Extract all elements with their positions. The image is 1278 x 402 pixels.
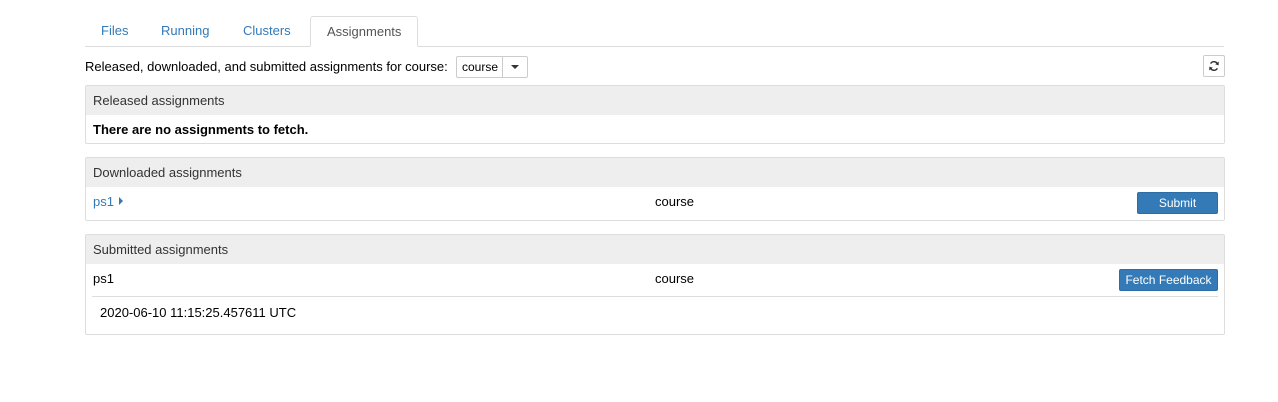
assignment-course: course (655, 194, 695, 209)
course-select[interactable]: course (456, 56, 528, 78)
released-assignments-panel: Released assignments There are no assign… (85, 85, 1225, 144)
course-filter-label: Released, downloaded, and submitted assi… (85, 59, 448, 74)
course-select-toggle[interactable] (502, 57, 527, 77)
assignment-course: course (655, 271, 695, 286)
submitted-assignment-row: ps1 course Fetch Feedback (86, 264, 1224, 296)
course-select-value: course (462, 60, 499, 74)
tab-running[interactable]: Running (145, 16, 225, 45)
refresh-button[interactable] (1203, 55, 1225, 77)
submitted-assignments-title: Submitted assignments (86, 235, 1224, 264)
submitted-assignments-panel: Submitted assignments ps1 course Fetch F… (85, 234, 1225, 335)
assignment-name: ps1 (93, 271, 114, 286)
downloaded-assignment-row: ps1 course Submit (86, 187, 1224, 217)
assignment-name[interactable]: ps1 (93, 194, 114, 209)
tab-clusters[interactable]: Clusters (227, 16, 307, 45)
course-toolbar: Released, downloaded, and submitted assi… (85, 55, 1225, 79)
downloaded-assignments-panel: Downloaded assignments ps1 course Submit (85, 157, 1225, 221)
tab-files[interactable]: Files (85, 16, 144, 45)
caret-right-icon[interactable] (118, 197, 123, 205)
assignment-name-link[interactable]: ps1 (93, 194, 123, 209)
downloaded-assignments-title: Downloaded assignments (86, 158, 1224, 187)
tab-assignments[interactable]: Assignments (310, 16, 419, 47)
caret-down-icon (511, 65, 519, 69)
tab-bar: Files Running Clusters Assignments (85, 16, 1224, 47)
no-assignments-message: There are no assignments to fetch. (93, 122, 309, 137)
fetch-feedback-button[interactable]: Fetch Feedback (1119, 269, 1218, 291)
refresh-icon (1209, 61, 1219, 71)
submit-button[interactable]: Submit (1137, 192, 1218, 214)
released-assignments-title: Released assignments (86, 86, 1224, 115)
submission-timestamp: 2020-06-10 11:15:25.457611 UTC (100, 305, 297, 320)
submission-detail-row: 2020-06-10 11:15:25.457611 UTC (92, 296, 1218, 331)
